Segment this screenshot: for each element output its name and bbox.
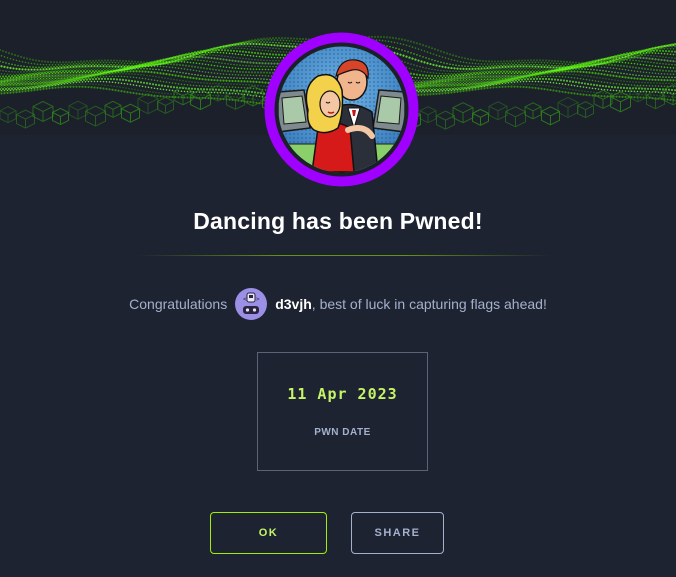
ok-button[interactable]: OK xyxy=(210,512,327,554)
ok-button-label: OK xyxy=(258,527,279,539)
pwn-date-label: PWN DATE xyxy=(314,427,371,438)
congratulations-prefix: Congratulations xyxy=(129,296,228,312)
page-title: Dancing has been Pwned! xyxy=(193,208,483,234)
dancing-couple-icon xyxy=(264,32,419,187)
robot-avatar-icon: < > xyxy=(235,288,268,320)
share-button[interactable]: SHARE xyxy=(351,512,444,554)
machine-avatar-badge xyxy=(264,32,419,187)
congratulations-suffix: , best of luck in capturing flags ahead! xyxy=(311,296,547,312)
user-avatar: < > xyxy=(235,288,268,320)
pwn-date-card: 11 Apr 2023 PWN DATE xyxy=(257,352,428,471)
pwn-date-value: 11 Apr 2023 xyxy=(287,385,398,403)
title-divider xyxy=(137,255,551,256)
username[interactable]: d3vjh xyxy=(275,296,312,312)
congratulations-message: Congratulations < > d3vjh , best of luck… xyxy=(0,288,676,320)
share-button-label: SHARE xyxy=(374,527,421,539)
